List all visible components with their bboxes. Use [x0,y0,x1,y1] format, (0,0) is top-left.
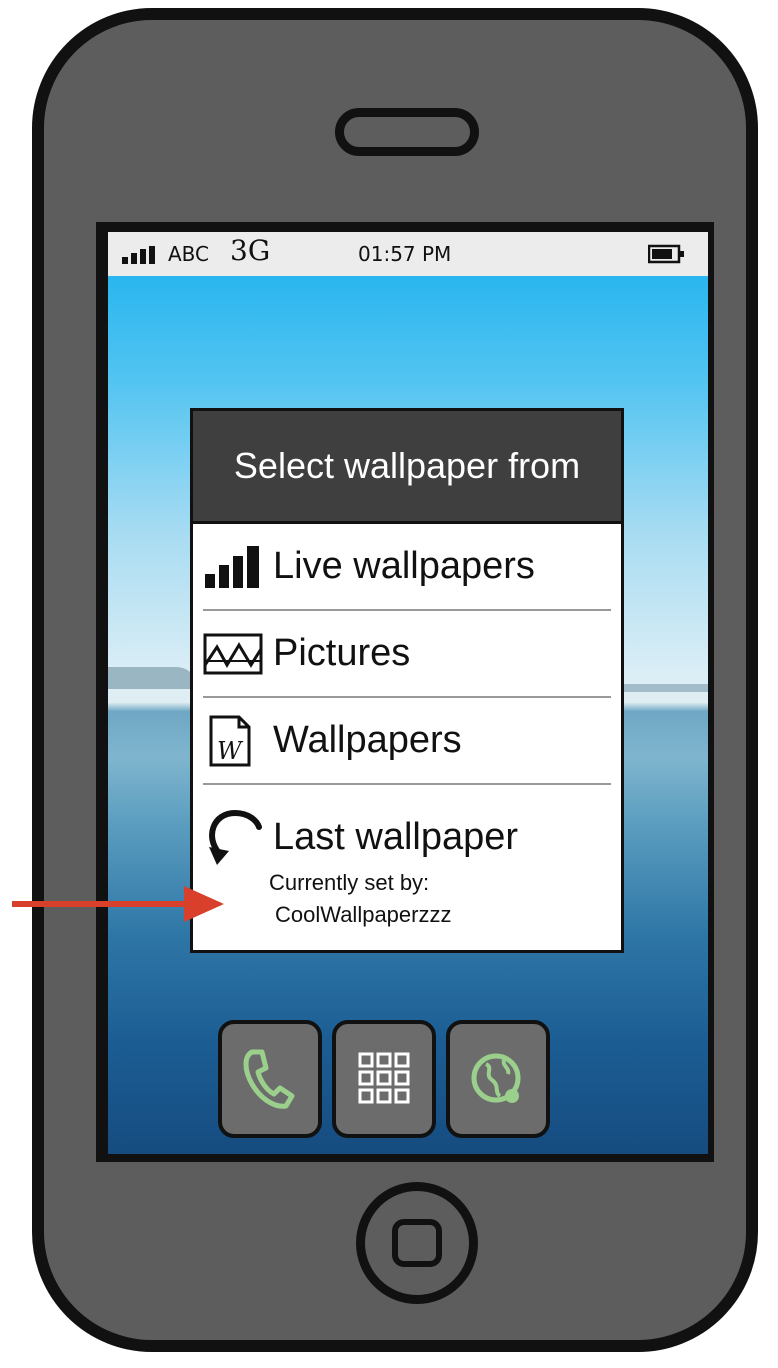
undo-icon [209,809,262,865]
document-icon: W [209,715,251,766]
picture-icon [203,633,263,674]
carrier-label: ABC [168,242,210,266]
current-wallpaper-caption: Currently set by: [269,870,430,895]
browser-button[interactable] [446,1020,550,1138]
menu-item-pictures[interactable]: Pictures [203,611,611,698]
annotation-arrow [12,886,224,922]
menu-item-wallpapers[interactable]: W Wallpapers [203,698,611,785]
menu-item-label: Pictures [273,632,411,674]
menu-item-label: Live wallpapers [273,545,535,587]
menu-item-label: Last wallpaper [273,815,519,858]
network-type: 3G [230,234,271,267]
wallpaper-background: ABC 3G 01:57 PM Select wallpaper from Li… [108,232,708,1154]
screen: ABC 3G 01:57 PM Select wallpaper from Li… [96,222,714,1162]
globe-icon [471,1053,521,1103]
menu-item-last-wallpaper[interactable]: Last wallpaper Currently set by: CoolWal… [203,785,611,931]
home-button-square [392,1219,442,1267]
app-dock [218,1020,550,1138]
apps-button[interactable] [332,1020,436,1138]
menu-item-label: Wallpapers [273,719,462,761]
status-time: 01:57 PM [358,242,452,266]
signal-icon [122,246,155,264]
wallpaper-land [108,667,198,689]
dialog-title: Select wallpaper from [193,411,621,524]
wallpaper-picker-dialog: Select wallpaper from Live wallpapers Pi… [190,408,624,953]
phone-button[interactable] [218,1020,322,1138]
home-button[interactable] [356,1182,478,1304]
phone-icon [243,1049,295,1109]
status-bar: ABC 3G 01:57 PM [108,232,708,276]
svg-text:W: W [217,737,244,765]
app-grid-icon [358,1052,410,1104]
current-wallpaper-app: CoolWallpaperzzz [275,902,452,927]
signal-bars-icon [205,545,259,588]
menu-item-live-wallpapers[interactable]: Live wallpapers [203,524,611,611]
battery-icon [648,244,684,264]
speaker-slot [335,108,479,156]
